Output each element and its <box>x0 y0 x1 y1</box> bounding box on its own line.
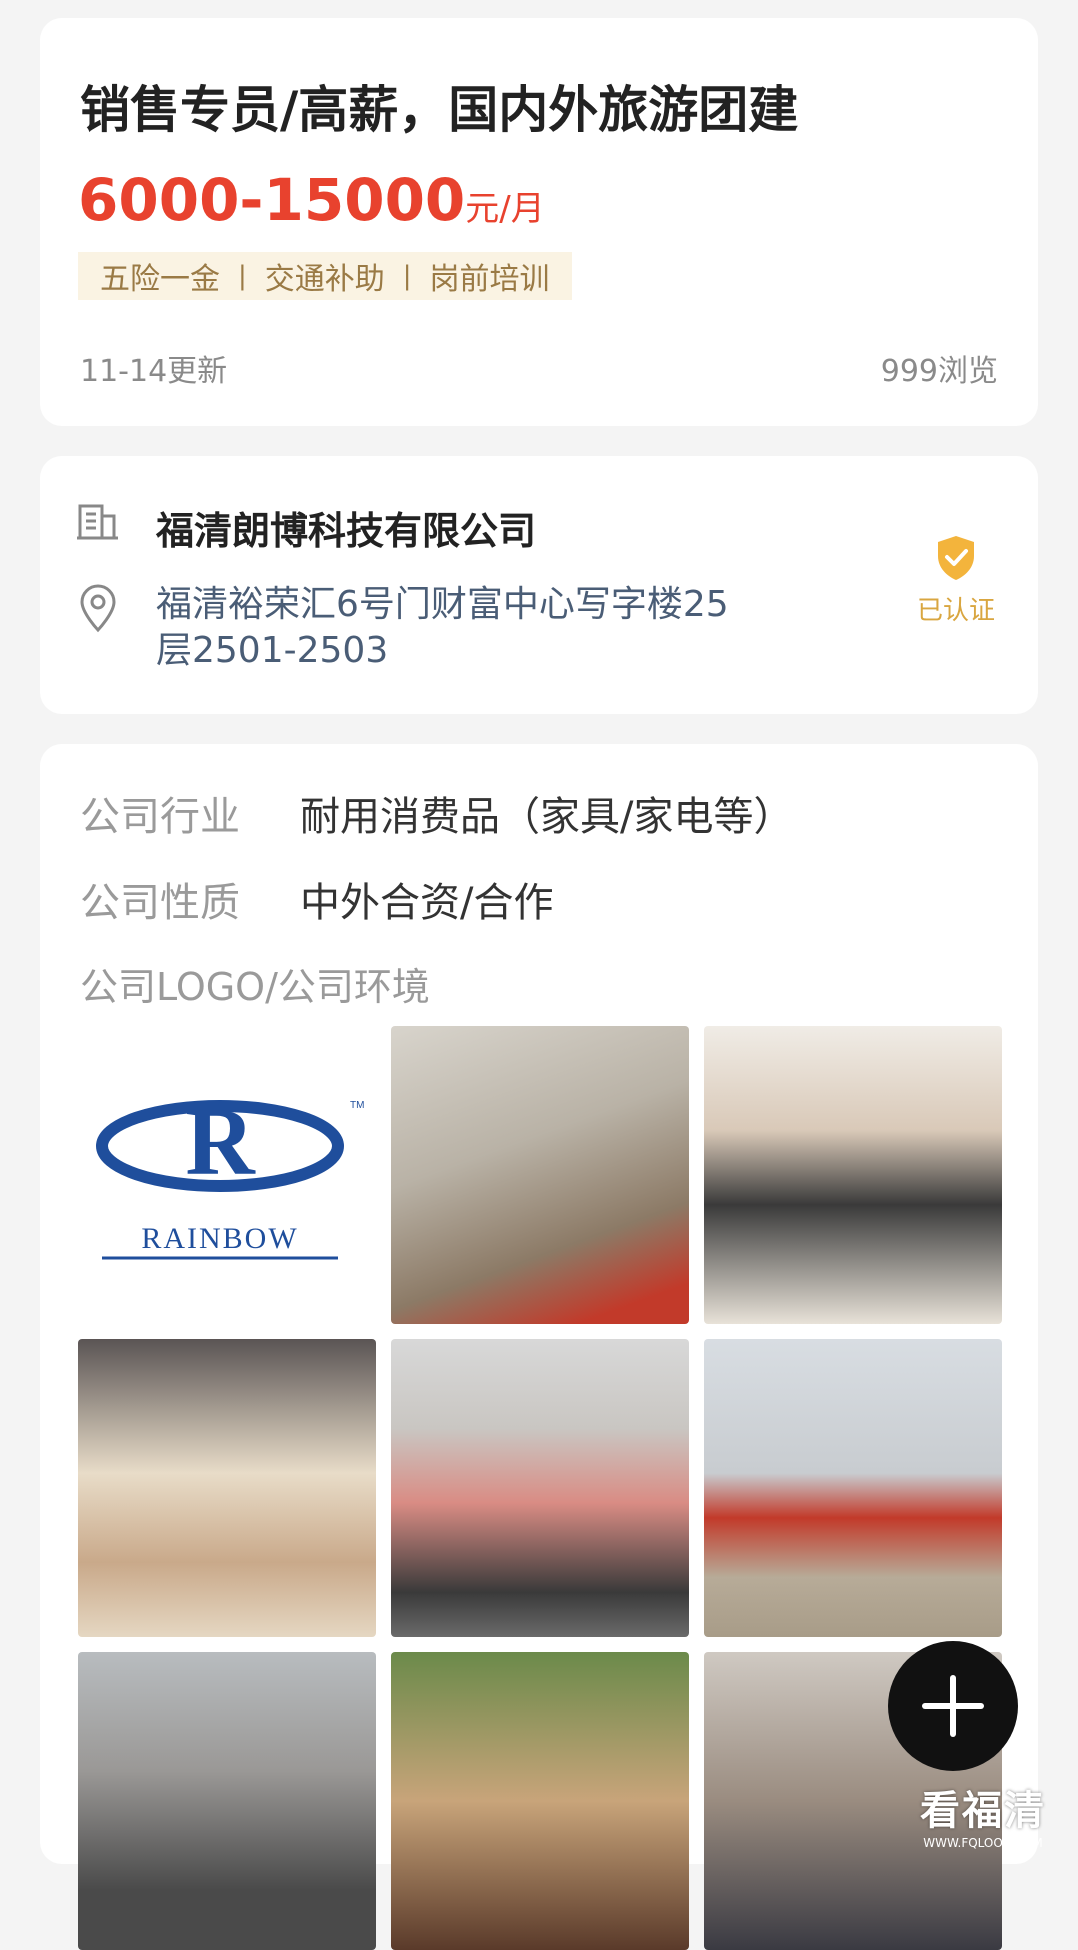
benefit-tag: 岗前培训 <box>429 262 550 297</box>
industry-value: 耐用消费品（家具/家电等） <box>300 794 794 840</box>
add-button[interactable] <box>888 1641 1018 1771</box>
logo-mark: R <box>185 1088 256 1195</box>
building-icon <box>76 500 120 548</box>
view-count: 999浏览 <box>880 354 998 389</box>
watermark-url: WWW.FQLOOK.COM <box>923 1836 1043 1850</box>
company-card[interactable]: 福清朗博科技有限公司 福清裕荣汇6号门财富中心写字楼25层2501-2503 已… <box>40 456 1038 714</box>
benefit-tags: 五险一金 | 交通补助 | 岗前培训 <box>78 252 572 300</box>
office-reception-photo[interactable] <box>704 1026 1002 1324</box>
benefit-separator: | <box>238 261 247 291</box>
nature-value: 中外合资/合作 <box>300 880 554 926</box>
salary-range: 6000-15000 <box>78 166 466 234</box>
watermark-main: 看福清 <box>920 1788 1046 1834</box>
salary: 6000-15000元/月 <box>78 166 545 234</box>
update-date: 11-14更新 <box>80 354 228 389</box>
nature-row: 公司性质 中外合资/合作 <box>80 870 553 928</box>
location-pin-icon <box>76 584 120 638</box>
airport-group-photo[interactable] <box>78 1652 376 1950</box>
company-logo-photo[interactable]: R TM RAINBOW <box>78 1026 376 1324</box>
verified-badge: 已认证 <box>916 534 996 627</box>
benefit-separator: | <box>402 261 412 291</box>
team-celebration-photo[interactable] <box>391 1339 689 1637</box>
nature-label: 公司性质 <box>80 880 240 926</box>
industry-label: 公司行业 <box>80 794 240 840</box>
company-address[interactable]: 福清裕荣汇6号门财富中心写字楼25层2501-2503 <box>156 582 736 674</box>
benefit-tag: 五险一金 <box>100 262 220 297</box>
plus-icon <box>922 1675 984 1737</box>
job-title: 销售专员/高薪，国内外旅游团建 <box>80 81 799 139</box>
outdoor-team-trip-photo[interactable] <box>704 1339 1002 1637</box>
salary-unit: 元/月 <box>465 189 545 229</box>
logo-tm: TM <box>350 1100 364 1111</box>
company-name[interactable]: 福清朗博科技有限公司 <box>156 500 536 555</box>
office-dining-area-photo[interactable] <box>78 1339 376 1637</box>
gallery-label: 公司LOGO/公司环境 <box>80 965 430 1009</box>
team-dinner-photo[interactable] <box>391 1652 689 1950</box>
industry-row: 公司行业 耐用消费品（家具/家电等） <box>80 784 793 842</box>
office-photo-wall-photo[interactable] <box>391 1026 689 1324</box>
job-summary-card: 销售专员/高薪，国内外旅游团建 6000-15000元/月 五险一金 | 交通补… <box>40 18 1038 426</box>
logo-brand: RAINBOW <box>141 1222 298 1255</box>
verified-label: 已认证 <box>916 596 995 626</box>
benefit-tag: 交通补助 <box>264 262 385 297</box>
verified-shield-icon <box>916 534 996 586</box>
site-watermark: 看福清 WWW.FQLOOK.COM <box>920 1778 1046 1850</box>
